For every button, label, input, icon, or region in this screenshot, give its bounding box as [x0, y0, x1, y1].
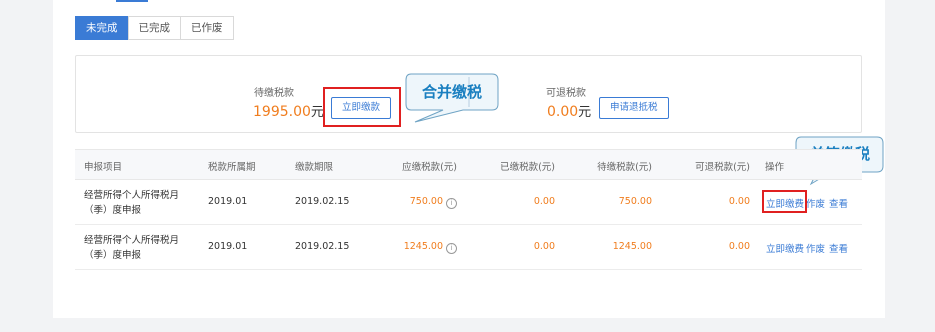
top-tab-indicator: [116, 0, 148, 2]
void-link[interactable]: 作废: [806, 241, 825, 255]
header-pending: 待缴税款(元): [597, 162, 652, 173]
tab-voided[interactable]: 已作废: [180, 16, 234, 40]
row-pending: 750.00: [618, 196, 652, 207]
header-paid: 已缴税款(元): [500, 162, 555, 173]
pending-tax-label: 待缴税款: [254, 88, 294, 99]
pay-fee-link[interactable]: 立即缴费: [766, 241, 804, 255]
view-link[interactable]: 查看: [829, 241, 848, 255]
view-link[interactable]: 查看: [829, 196, 848, 210]
row-deadline: 2019.02.15: [295, 196, 350, 207]
header-due: 应缴税款(元): [402, 162, 457, 173]
refundable-tax-label: 可退税款: [546, 88, 586, 99]
row-paid: 0.00: [533, 196, 555, 207]
tab-incomplete[interactable]: 未完成: [75, 16, 129, 40]
pay-fee-highlight-box: [762, 190, 807, 213]
header-actions: 操作: [765, 162, 785, 173]
void-link[interactable]: 作废: [806, 196, 825, 210]
info-circle-icon[interactable]: i: [446, 198, 457, 209]
table-row: 经营所得个人所得税月 （季）度申报 2019.01 2019.02.15 750…: [75, 180, 862, 225]
row-refundable: 0.00: [728, 241, 750, 252]
row-period: 2019.01: [208, 241, 248, 252]
header-deadline: 缴款期限: [295, 162, 334, 173]
tax-table: 申报项目 税款所属期 缴款期限 应缴税款(元) 已缴税款(元) 待缴税款(元) …: [75, 149, 862, 270]
refundable-tax-amount: 0.00元: [547, 104, 592, 120]
pending-tax-amount: 1995.00元: [253, 104, 324, 120]
row-deadline: 2019.02.15: [295, 241, 350, 252]
header-period: 税款所属期: [208, 162, 256, 173]
row-pending: 1245.00: [612, 241, 652, 252]
status-tabs: 未完成 已完成 已作废: [75, 16, 234, 40]
header-item: 申报项目: [84, 162, 123, 173]
info-circle-icon[interactable]: i: [446, 243, 457, 254]
row-period: 2019.01: [208, 196, 248, 207]
row-due: 750.00 i: [410, 196, 457, 209]
row-paid: 0.00: [533, 241, 555, 252]
table-header: 申报项目 税款所属期 缴款期限 应缴税款(元) 已缴税款(元) 待缴税款(元) …: [75, 150, 862, 180]
pay-now-highlight-box: [323, 87, 401, 127]
row-item-name: 经营所得个人所得税月 （季）度申报: [84, 190, 180, 216]
row-item-name: 经营所得个人所得税月 （季）度申报: [84, 235, 180, 261]
apply-refund-button[interactable]: 申请退抵税: [599, 97, 669, 119]
row-refundable: 0.00: [728, 196, 750, 207]
row-due: 1245.00 i: [404, 241, 457, 254]
table-row: 经营所得个人所得税月 （季）度申报 2019.01 2019.02.15 124…: [75, 225, 862, 270]
tab-completed[interactable]: 已完成: [127, 16, 181, 40]
combined-callout-text: 合并缴税: [421, 83, 482, 101]
header-refundable: 可退税款(元): [695, 162, 750, 173]
